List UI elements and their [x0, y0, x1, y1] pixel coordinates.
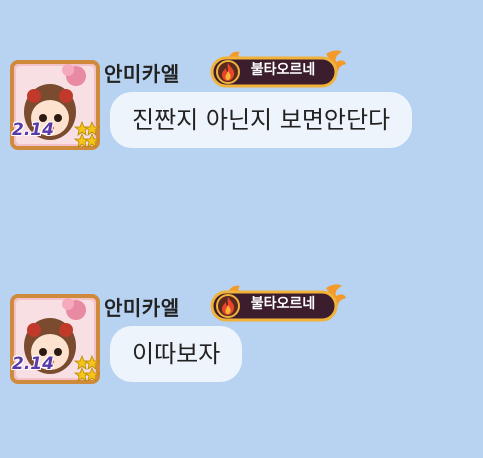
chat-message: 2.14 안미카엘 불타오르네 이따보자 [0, 284, 483, 428]
avatar-level-label: 2.14 [12, 354, 54, 374]
sender-name: 안미카엘 [104, 296, 180, 320]
flame-icon [222, 63, 235, 81]
message-bubble[interactable]: 진짠지 아닌지 보면안단다 [110, 92, 413, 148]
flame-icon [222, 297, 235, 315]
badge-label: 불타오르네 [250, 62, 316, 78]
title-badge: 불타오르네 [208, 282, 348, 326]
title-badge: 불타오르네 [208, 48, 348, 92]
avatar[interactable]: 2.14 [10, 294, 100, 384]
avatar-level-label: 2.14 [12, 120, 54, 140]
badge-label: 불타오르네 [250, 296, 316, 312]
avatar[interactable]: 2.14 [10, 60, 100, 150]
sender-name: 안미카엘 [104, 62, 180, 86]
chat-message: 2.14 안미카엘 불타오르네 진짠지 아닌지 보면안단다 [0, 50, 483, 194]
message-bubble[interactable]: 이따보자 [110, 326, 243, 382]
